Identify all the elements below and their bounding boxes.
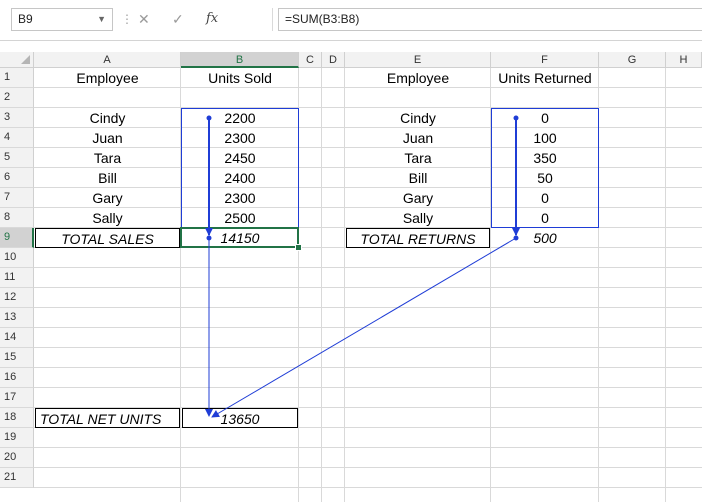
insert-function-icon[interactable]: fx [206, 10, 218, 28]
row-gridline [34, 387, 702, 388]
cell-a4[interactable]: Juan [34, 128, 181, 148]
cell-b5[interactable]: 2450 [181, 148, 299, 168]
cell-a9[interactable]: TOTAL SALES [35, 228, 180, 248]
cancel-icon[interactable]: ✕ [138, 10, 150, 28]
row-gridline [34, 347, 702, 348]
cell-f9[interactable]: 500 [491, 228, 599, 248]
name-box-value: B9 [18, 12, 33, 26]
cell-a8[interactable]: Sally [34, 208, 181, 228]
cell-b6[interactable]: 2400 [181, 168, 299, 188]
cell-f8[interactable]: 0 [491, 208, 599, 228]
row-header-12[interactable]: 12 [0, 288, 34, 308]
cell-f3[interactable]: 0 [491, 108, 599, 128]
row-gridline [34, 447, 702, 448]
row-header-21[interactable]: 21 [0, 468, 34, 488]
row-header-2[interactable]: 2 [0, 88, 34, 108]
row-header-13[interactable]: 13 [0, 308, 34, 328]
row-header-16[interactable]: 16 [0, 368, 34, 388]
cell-a1[interactable]: Employee [34, 68, 181, 88]
row-header-15[interactable]: 15 [0, 348, 34, 368]
cell-e1[interactable]: Employee [345, 68, 491, 88]
row-gridline [34, 267, 702, 268]
row-header-19[interactable]: 19 [0, 428, 34, 448]
enter-icon[interactable]: ✓ [172, 10, 184, 28]
column-header-d[interactable]: D [322, 52, 345, 68]
cell-f4[interactable]: 100 [491, 128, 599, 148]
row-header-7[interactable]: 7 [0, 188, 34, 208]
row-header-14[interactable]: 14 [0, 328, 34, 348]
column-header-g[interactable]: G [599, 52, 666, 68]
cell-b4[interactable]: 2300 [181, 128, 299, 148]
select-all-button[interactable] [0, 52, 34, 68]
column-header-f[interactable]: F [491, 52, 599, 68]
cell-f5[interactable]: 350 [491, 148, 599, 168]
row-gridline [34, 367, 702, 368]
cell-e3[interactable]: Cindy [345, 108, 491, 128]
cell-a3[interactable]: Cindy [34, 108, 181, 128]
column-header-e[interactable]: E [345, 52, 491, 68]
cell-a18[interactable]: TOTAL NET UNITS [35, 408, 180, 428]
cell-a7[interactable]: Gary [34, 188, 181, 208]
cell-e7[interactable]: Gary [345, 188, 491, 208]
cell-b3[interactable]: 2200 [181, 108, 299, 128]
row-header-4[interactable]: 4 [0, 128, 34, 148]
row-gridline [34, 307, 702, 308]
column-header-b[interactable]: B [181, 52, 299, 68]
formula-bar: B9 ▼ ⋮ ✕ ✓ fx =SUM(B3:B8) [0, 0, 702, 41]
cell-b1[interactable]: Units Sold [181, 68, 299, 88]
grip-icon[interactable]: ⋮ [121, 12, 133, 26]
formula-input[interactable]: =SUM(B3:B8) [278, 8, 702, 31]
row-header-10[interactable]: 10 [0, 248, 34, 268]
active-cell-selection[interactable] [180, 227, 299, 248]
cell-f6[interactable]: 50 [491, 168, 599, 188]
row-header-11[interactable]: 11 [0, 268, 34, 288]
column-header-h[interactable]: H [666, 52, 702, 68]
row-header-8[interactable]: 8 [0, 208, 34, 228]
chevron-down-icon[interactable]: ▼ [97, 9, 106, 30]
cell-e8[interactable]: Sally [345, 208, 491, 228]
column-gridline [665, 68, 666, 502]
cell-f1[interactable]: Units Returned [491, 68, 599, 88]
row-header-6[interactable]: 6 [0, 168, 34, 188]
cell-b8[interactable]: 2500 [181, 208, 299, 228]
row-header-9[interactable]: 9 [0, 228, 34, 248]
select-all-triangle-icon [21, 55, 30, 64]
cell-a6[interactable]: Bill [34, 168, 181, 188]
row-gridline [34, 487, 702, 488]
row-gridline [34, 287, 702, 288]
fill-handle[interactable] [295, 244, 302, 251]
row-gridline [34, 327, 702, 328]
row-header-1[interactable]: 1 [0, 68, 34, 88]
cell-a5[interactable]: Tara [34, 148, 181, 168]
cell-e4[interactable]: Juan [345, 128, 491, 148]
cell-e6[interactable]: Bill [345, 168, 491, 188]
row-header-20[interactable]: 20 [0, 448, 34, 468]
row-header-5[interactable]: 5 [0, 148, 34, 168]
cell-b7[interactable]: 2300 [181, 188, 299, 208]
formula-bar-divider [272, 8, 273, 31]
row-header-17[interactable]: 17 [0, 388, 34, 408]
row-gridline [34, 467, 702, 468]
cell-e9[interactable]: TOTAL RETURNS [346, 228, 490, 248]
column-header-a[interactable]: A [34, 52, 181, 68]
cell-e5[interactable]: Tara [345, 148, 491, 168]
cell-b18[interactable]: 13650 [182, 408, 298, 428]
row-header-3[interactable]: 3 [0, 108, 34, 128]
cell-f7[interactable]: 0 [491, 188, 599, 208]
name-box[interactable]: B9 ▼ [11, 8, 113, 31]
column-gridline [321, 68, 322, 502]
row-header-18[interactable]: 18 [0, 408, 34, 428]
column-header-c[interactable]: C [299, 52, 322, 68]
spreadsheet-grid[interactable]: A B C D E F G H 1 2 3 4 5 6 7 8 9 10 11 12 13 14 15 16 17 18 19 20 2… [0, 44, 702, 502]
